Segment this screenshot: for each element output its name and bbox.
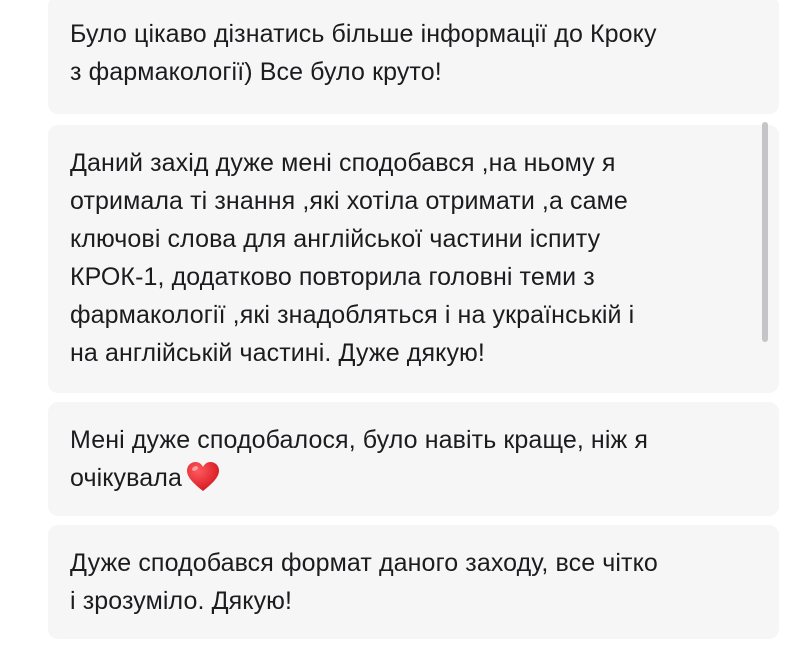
comment-text-line: Мені дуже сподобалося, було навіть краще… — [70, 426, 648, 454]
comment-card: Дуже сподобався формат даного заходу, вс… — [48, 525, 779, 639]
comment-text-line: очікувала — [70, 464, 182, 492]
comment-card: Було цікаво дізнатись більше інформації … — [48, 0, 779, 114]
comment-text-line: фармакології ,які знадобляться і на укра… — [70, 301, 635, 329]
scrollbar-thumb[interactable] — [762, 122, 768, 342]
comment-text-line: отримала ті знання ,які хотіла отримати … — [70, 187, 628, 215]
comment-text-line-with-emoji: очікувала — [70, 459, 759, 497]
comment-text-line: з фармакології) Все було круто! — [70, 58, 442, 86]
comment-card: Мені дуже сподобалося, було навіть краще… — [48, 402, 779, 516]
comments-feed[interactable]: Було цікаво дізнатись більше інформації … — [0, 0, 800, 648]
comment-text-line: і зрозуміло. Дякую! — [70, 587, 293, 615]
comment-text-line: Було цікаво дізнатись більше інформації … — [70, 20, 657, 48]
comment-card: Даний захід дуже мені сподобався ,на ньо… — [48, 125, 779, 393]
comment-text-line: на англійській частині. Дуже дякую! — [70, 339, 485, 367]
heart-icon — [186, 462, 219, 492]
comment-text-line: ключові слова для англійської частини іс… — [70, 225, 601, 253]
comment-text-line: Даний захід дуже мені сподобався ,на ньо… — [70, 149, 616, 177]
comment-text-line: КРОК-1, додатково повторила головні теми… — [70, 263, 595, 291]
comment-text-line: Дуже сподобався формат даного заходу, вс… — [70, 549, 658, 577]
